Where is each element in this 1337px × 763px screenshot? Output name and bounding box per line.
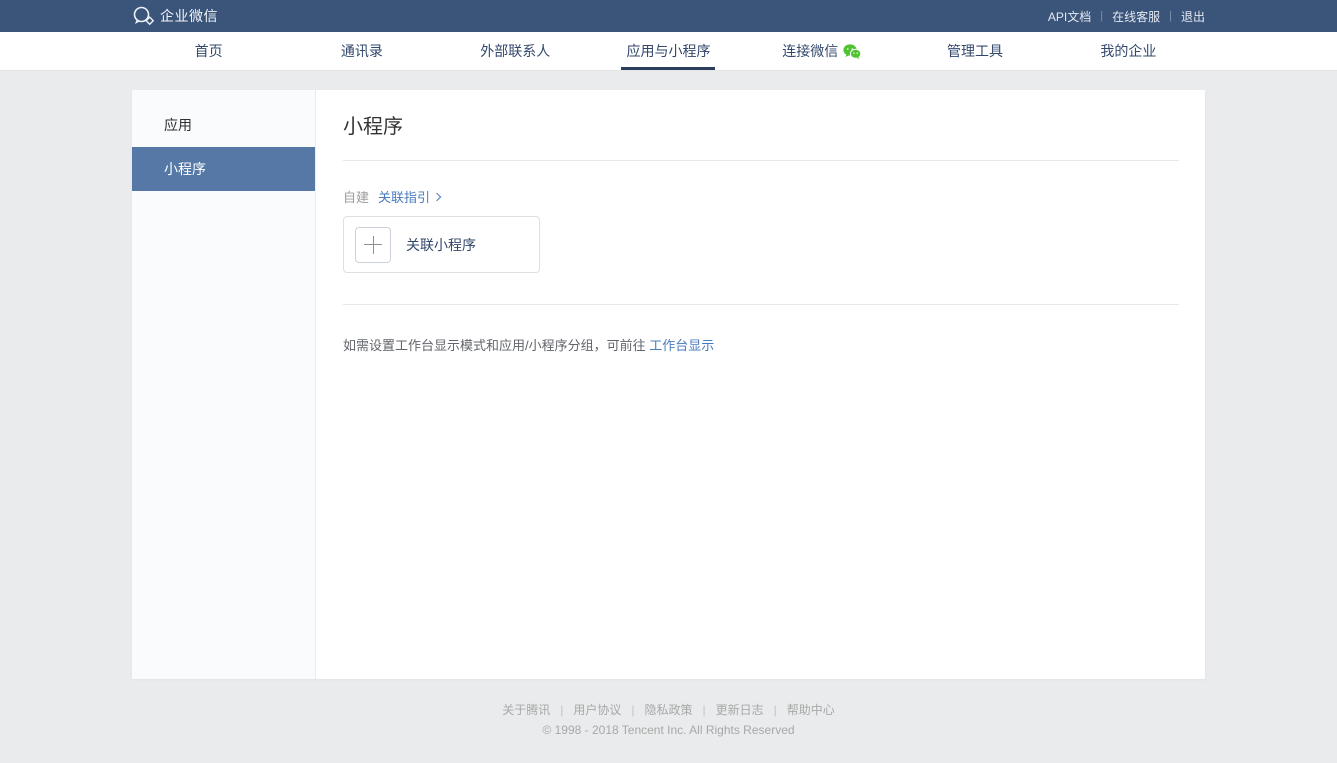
sidebar: 应用 小程序 [132, 90, 316, 679]
page-body: 应用 小程序 小程序 自建 关联指引 关联小程序 如需设置工作台显示模式和应用/… [0, 71, 1337, 737]
topbar-link-api-docs[interactable]: API文档 [1048, 8, 1091, 25]
topbar-links: API文档 | 在线客服 | 退出 [1048, 8, 1205, 25]
separator: | [560, 703, 563, 717]
tab-contacts[interactable]: 通讯录 [285, 32, 438, 70]
sidebar-item-miniprograms[interactable]: 小程序 [132, 147, 315, 191]
add-miniprogram-label: 关联小程序 [406, 235, 476, 255]
add-miniprogram-button[interactable]: 关联小程序 [343, 216, 540, 273]
content-card: 应用 小程序 小程序 自建 关联指引 关联小程序 如需设置工作台显示模式和应用/… [132, 90, 1205, 679]
tab-external-contacts[interactable]: 外部联系人 [439, 32, 592, 70]
topbar: 企业微信 API文档 | 在线客服 | 退出 [0, 0, 1337, 32]
workbench-tip: 如需设置工作台显示模式和应用/小程序分组，可前往 工作台显示 [343, 335, 1179, 354]
main-nav: 首页 通讯录 外部联系人 应用与小程序 连接微信 [0, 32, 1337, 71]
tab-admin-tools[interactable]: 管理工具 [898, 32, 1051, 70]
divider [343, 304, 1179, 305]
tab-apps-miniprograms[interactable]: 应用与小程序 [592, 32, 745, 70]
section-row: 自建 关联指引 [343, 187, 1179, 206]
topbar-link-online-support[interactable]: 在线客服 [1112, 8, 1160, 25]
separator: | [1100, 10, 1103, 22]
section-label-self-built: 自建 [343, 187, 369, 206]
workbench-display-link[interactable]: 工作台显示 [649, 338, 714, 353]
wework-bubble-icon [132, 6, 155, 26]
chevron-right-icon [433, 192, 441, 200]
footer-link-changelog[interactable]: 更新日志 [716, 703, 764, 717]
separator: | [1169, 10, 1172, 22]
wechat-icon [843, 44, 861, 59]
copyright: © 1998 - 2018 Tencent Inc. All Rights Re… [0, 723, 1337, 737]
guide-link[interactable]: 关联指引 [378, 187, 440, 206]
separator: | [774, 703, 777, 717]
footer-link-help-center[interactable]: 帮助中心 [787, 703, 835, 717]
tab-connect-wechat[interactable]: 连接微信 [745, 32, 898, 70]
separator: | [703, 703, 706, 717]
footer: 关于腾讯 | 用户协议 | 隐私政策 | 更新日志 | 帮助中心 © 1998 - 2018 T… [0, 679, 1337, 737]
footer-link-privacy-policy[interactable]: 隐私政策 [644, 703, 692, 717]
footer-link-about-tencent[interactable]: 关于腾讯 [502, 703, 550, 717]
brand-name: 企业微信 [160, 6, 218, 26]
topbar-link-logout[interactable]: 退出 [1181, 8, 1205, 25]
sidebar-item-apps[interactable]: 应用 [132, 103, 315, 147]
footer-link-user-agreement[interactable]: 用户协议 [573, 703, 621, 717]
tab-my-company[interactable]: 我的企业 [1052, 32, 1205, 70]
divider [343, 160, 1179, 161]
tab-home[interactable]: 首页 [132, 32, 285, 70]
brand-logo[interactable]: 企业微信 [132, 6, 218, 26]
footer-links: 关于腾讯 | 用户协议 | 隐私政策 | 更新日志 | 帮助中心 [0, 701, 1337, 718]
page-title: 小程序 [343, 113, 1179, 141]
separator: | [631, 703, 634, 717]
plus-icon [355, 227, 391, 263]
main-content: 小程序 自建 关联指引 关联小程序 如需设置工作台显示模式和应用/小程序分组，可… [316, 90, 1205, 679]
